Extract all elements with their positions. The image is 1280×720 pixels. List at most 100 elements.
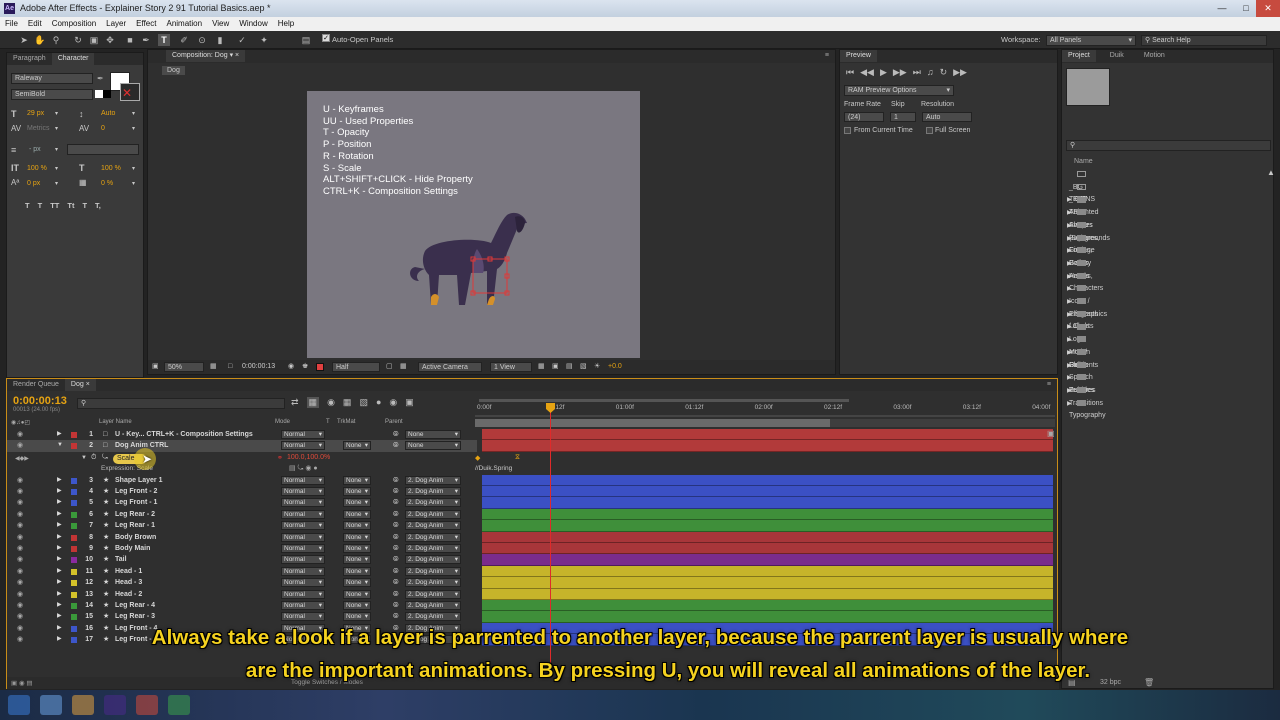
puppet-pin-tool-icon[interactable]: ✦: [258, 34, 270, 46]
ram-preview-icon[interactable]: ▶▶: [953, 67, 967, 78]
project-tree-icon[interactable]: ▲: [1267, 168, 1275, 177]
pick-whip-icon[interactable]: ⦾: [393, 520, 399, 531]
track-matte-dropdown[interactable]: None ▾: [343, 612, 371, 622]
parent-dropdown[interactable]: 2. Dog Anim ▾: [405, 601, 461, 610]
twirl-icon[interactable]: ▶: [1067, 334, 1072, 347]
twirl-icon[interactable]: ▶: [57, 497, 62, 508]
constrain-proportions-icon[interactable]: ⚭: [277, 454, 283, 462]
menu-animation[interactable]: Animation: [161, 17, 207, 31]
reset-exposure-icon[interactable]: ☀: [594, 360, 600, 374]
eye-icon[interactable]: ◉: [17, 611, 23, 622]
layer-name[interactable]: Shape Layer 1: [115, 475, 162, 486]
layer-duration-bar[interactable]: [482, 486, 1053, 498]
hide-shy-layers-icon[interactable]: ◉: [327, 397, 335, 408]
twirl-open-icon[interactable]: ▼: [81, 455, 87, 461]
zoom-tool-icon[interactable]: ⚲: [50, 34, 62, 46]
stroke-style-dropdown[interactable]: [67, 144, 139, 155]
track-matte-dropdown[interactable]: None ▾: [343, 521, 371, 531]
camera-tool-icon[interactable]: ▣: [88, 34, 100, 46]
layer-duration-bar[interactable]: [482, 565, 1053, 578]
loop-icon[interactable]: ↻: [940, 67, 948, 78]
twirl-icon[interactable]: ▶: [57, 486, 62, 497]
start-button-icon[interactable]: [8, 695, 30, 715]
parent-dropdown[interactable]: 2. Dog Anim ▾: [405, 475, 461, 485]
twirl-icon[interactable]: ▶: [57, 520, 62, 531]
menu-help[interactable]: Help: [273, 17, 299, 31]
hand-tool-icon[interactable]: ✋: [34, 34, 46, 46]
menu-window[interactable]: Window: [234, 17, 272, 31]
layer-name[interactable]: Tail: [115, 554, 127, 565]
dog-character[interactable]: [407, 209, 532, 309]
taskbar-app-icon[interactable]: [40, 695, 62, 715]
twirl-icon[interactable]: ▶: [1067, 360, 1072, 373]
parent-dropdown[interactable]: 2. Dog Anim ▾: [405, 566, 461, 576]
font-style-dropdown[interactable]: SemiBold: [11, 89, 93, 100]
track-matte-dropdown[interactable]: None ▾: [343, 498, 371, 508]
pick-whip-icon[interactable]: ⦾: [393, 486, 399, 497]
tab-character[interactable]: Character: [51, 53, 95, 65]
tab-preview[interactable]: Preview: [840, 50, 877, 62]
scale-value[interactable]: 100.0,100.0%: [287, 454, 330, 461]
project-folder[interactable]: ▶Gallery: [1067, 245, 1091, 267]
rectangle-tool-icon[interactable]: ■: [124, 34, 136, 46]
maximize-button[interactable]: □: [1234, 0, 1258, 17]
taskbar-app-icon[interactable]: [168, 695, 190, 715]
menu-effect[interactable]: Effect: [131, 17, 161, 31]
tsume-value[interactable]: 0 %: [101, 180, 113, 187]
parent-dropdown[interactable]: 2. Dog Anim ▾: [405, 487, 461, 496]
layer-name[interactable]: Head - 1: [115, 566, 142, 577]
tab-duik[interactable]: Duik: [1104, 50, 1130, 62]
parent-dropdown[interactable]: None ▾: [405, 430, 461, 439]
keyframe-icon[interactable]: ◆: [475, 454, 480, 462]
blend-mode-dropdown[interactable]: Normal ▾: [281, 612, 325, 622]
twirl-icon[interactable]: ▶: [1067, 385, 1072, 398]
track-matte-dropdown[interactable]: None ▾: [343, 578, 371, 588]
always-preview-icon[interactable]: ▣: [152, 360, 159, 374]
eye-icon[interactable]: ◉: [17, 475, 23, 486]
layer-row[interactable]: ◉ ▶ 8 ★ Body Brown Normal ▾ None ▾ ⦾ 2. Dog Anim ▾: [7, 532, 477, 543]
track-matte-dropdown[interactable]: None ▾: [343, 566, 371, 576]
project-folder[interactable]: ▶Aniamted Shapes (Squares, Circles, Boxe…: [1067, 194, 1099, 292]
eyedropper-icon[interactable]: ✒: [97, 74, 104, 83]
twirl-icon[interactable]: ▶: [1067, 309, 1072, 322]
project-folder[interactable]: ▶ Characters: [1067, 271, 1103, 292]
resolution-dropdown[interactable]: Half: [332, 362, 380, 372]
expression-text[interactable]: //Duik.Spring: [475, 465, 512, 472]
parent-dropdown[interactable]: 2. Dog Anim ▾: [405, 589, 461, 599]
project-folder[interactable]: ▶Speech Bubbles: [1067, 360, 1094, 394]
shortcut-text-layer[interactable]: U - Keyframes UU - Used Properties T - Opa…: [323, 104, 473, 198]
flowchart-icon[interactable]: ▧: [580, 360, 587, 374]
layer-duration-bar[interactable]: [482, 588, 1053, 600]
timeline-current-time[interactable]: 0:00:00:13: [13, 395, 67, 407]
ram-preview-options-dropdown[interactable]: RAM Preview Options ▾: [844, 85, 954, 96]
layer-name[interactable]: Body Main: [115, 543, 150, 554]
kerning-value[interactable]: Metrics: [27, 125, 50, 132]
blend-mode-dropdown[interactable]: Normal ▾: [281, 555, 325, 565]
panel-menu-icon[interactable]: ≡: [1047, 379, 1051, 391]
snapshot-icon[interactable]: ◉: [288, 360, 294, 374]
layer-name[interactable]: Body Brown: [115, 532, 156, 543]
blend-mode-dropdown[interactable]: Normal ▾: [281, 532, 325, 542]
composition-mini-flowchart-icon[interactable]: ⇄: [291, 397, 299, 408]
mode-header[interactable]: Mode: [275, 419, 290, 425]
project-folder[interactable]: ▶Avatars: [1067, 207, 1093, 229]
draft-3d-icon[interactable]: ▦: [306, 397, 320, 408]
t-header[interactable]: T: [326, 419, 330, 425]
layer-row[interactable]: ◉ ▶ 1 □ U - Key... CTRL+K - Composition Sett…: [7, 429, 477, 440]
project-search-field[interactable]: ⚲: [1066, 140, 1271, 151]
taskbar-app-icon[interactable]: [136, 695, 158, 715]
parent-header[interactable]: Parent: [385, 419, 403, 425]
layer-duration-bar[interactable]: [482, 497, 1053, 509]
layer-name[interactable]: Head - 2: [115, 589, 142, 600]
pick-whip-icon[interactable]: ⦾: [393, 509, 399, 520]
magnification-dropdown[interactable]: 50%: [164, 362, 204, 372]
layer-row[interactable]: ◉ ▼ 2 □ Dog Anim CTRL Normal ▾ None ▾ ⦾ None ▾: [7, 440, 477, 452]
layer-duration-bar[interactable]: [482, 577, 1053, 589]
blend-mode-dropdown[interactable]: Normal ▾: [281, 441, 325, 451]
parent-dropdown[interactable]: 2. Dog Anim ▾: [405, 578, 461, 588]
layer-name[interactable]: Leg Front - 1: [115, 497, 157, 508]
resolution-preview-dropdown[interactable]: Auto: [922, 112, 972, 122]
layer-row[interactable]: ◉ ▶ 7 ★ Leg Rear - 1 Normal ▾ None ▾ ⦾ 2. Dog Anim…: [7, 520, 477, 531]
motion-blur-icon[interactable]: ▧: [359, 397, 368, 408]
label-color-icon[interactable]: [71, 580, 77, 587]
